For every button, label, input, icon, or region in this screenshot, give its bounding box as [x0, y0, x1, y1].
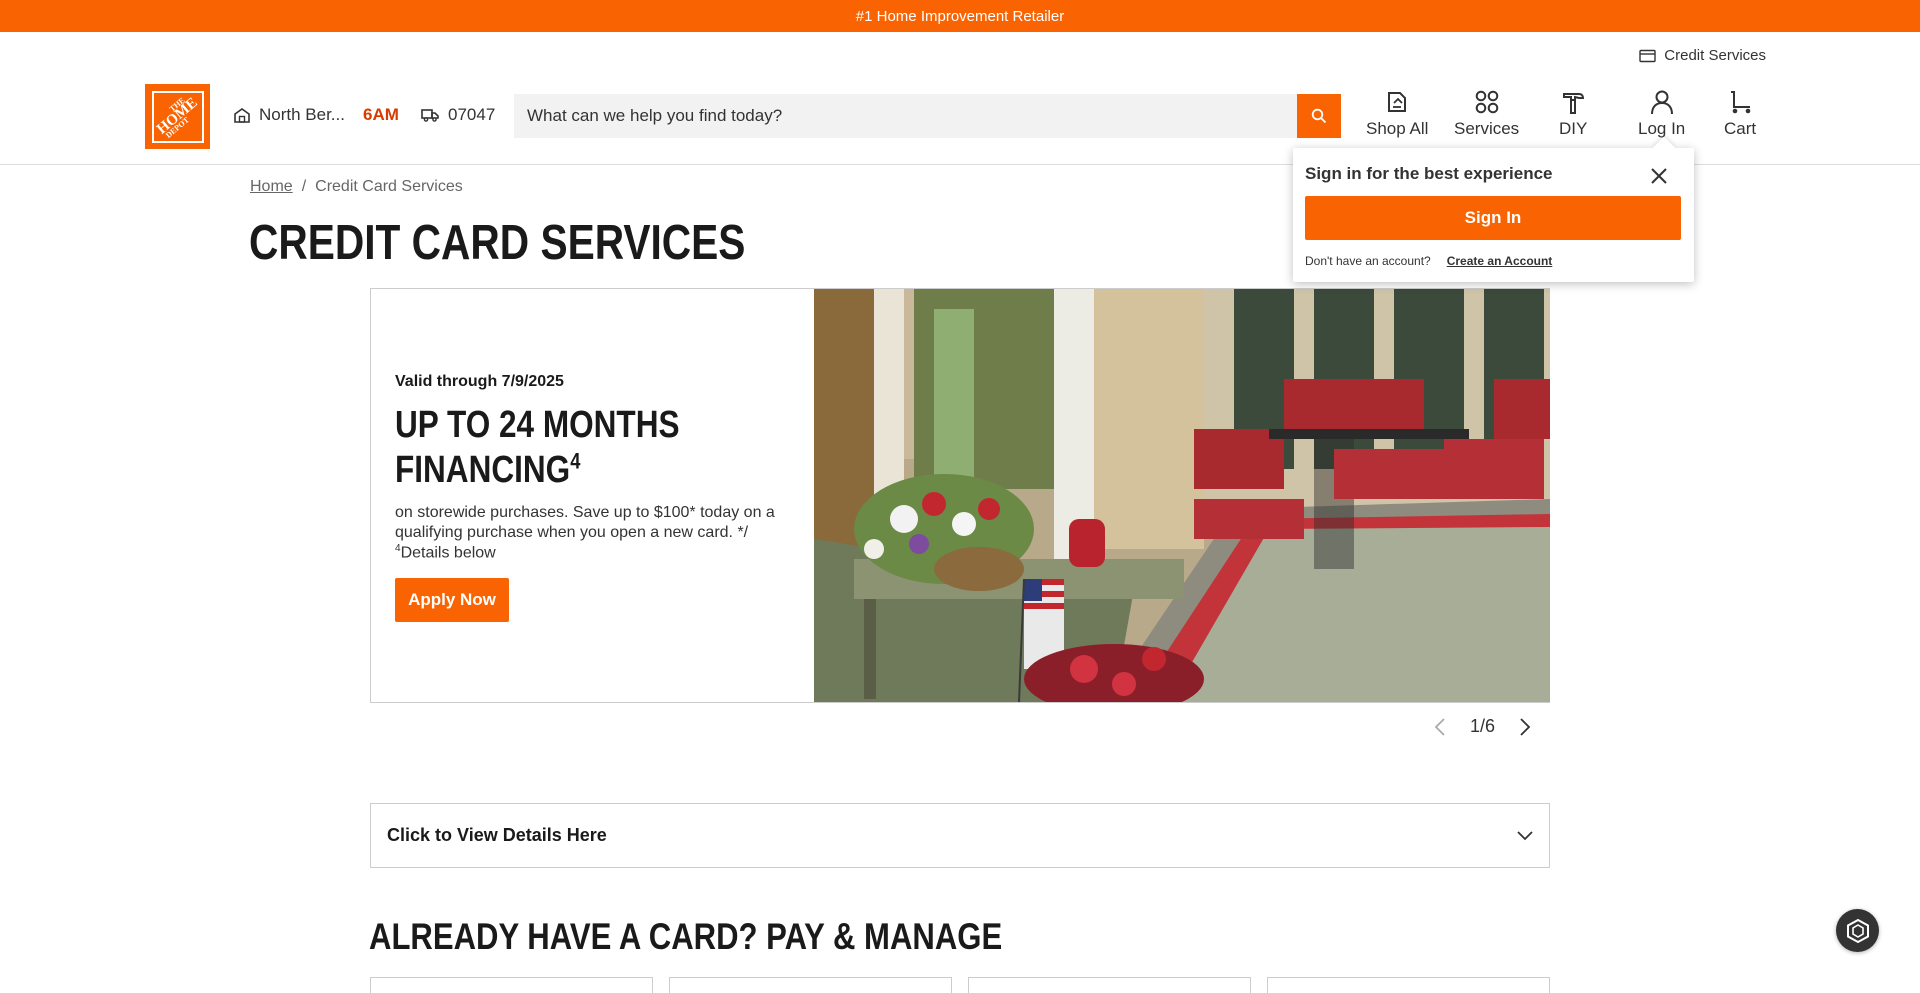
details-accordion[interactable]: Click to View Details Here [370, 803, 1550, 868]
hero-copy-line1: on storewide purchases. Save up to $100*… [395, 503, 775, 541]
nav-services[interactable]: Services [1454, 88, 1519, 139]
breadcrumb-separator: / [301, 178, 307, 195]
hero-text: Valid through 7/9/2025 UP TO 24 MONTHS F… [395, 373, 795, 622]
shop-all-icon [1388, 92, 1407, 112]
nav-label: Log In [1638, 119, 1686, 138]
card-tile[interactable] [1267, 977, 1550, 993]
promo-bar: #1 Home Improvement Retailer [0, 0, 1920, 32]
section-title: ALREADY HAVE A CARD? PAY & MANAGE [369, 916, 1003, 957]
store-hours: 6AM [362, 105, 399, 124]
store-name: North Ber... [259, 105, 345, 124]
popover-title: Sign in for the best experience [1305, 164, 1553, 183]
apply-now-button[interactable]: Apply Now [395, 577, 509, 622]
hero-valid-date: Valid through 7/9/2025 [395, 373, 564, 390]
carousel-next-icon[interactable] [1519, 717, 1531, 737]
carousel-indicator: 1/6 [1470, 716, 1496, 736]
sign-in-button[interactable]: Sign In [1305, 196, 1681, 240]
carousel-prev-icon[interactable] [1434, 717, 1446, 737]
close-icon[interactable] [1650, 167, 1668, 185]
hero-headline: UP TO 24 MONTHS FINANCING4 [395, 403, 793, 493]
credit-services-label: Credit Services [1664, 47, 1766, 64]
nav-label: Services [1454, 119, 1520, 138]
card-tile[interactable] [669, 977, 952, 993]
hero-headline-footnote: 4 [570, 448, 581, 474]
breadcrumb: Home / Credit Card Services [250, 178, 463, 196]
promo-text: #1 Home Improvement Retailer [855, 7, 1065, 25]
nav-label: DIY [1559, 119, 1588, 138]
zip-code: 07047 [448, 105, 496, 124]
truck-icon [421, 109, 439, 122]
nav-cart[interactable]: Cart [1724, 88, 1756, 139]
user-icon [1650, 90, 1673, 115]
card-tile[interactable] [968, 977, 1251, 993]
hero-copy: on storewide purchases. Save up to $100*… [395, 503, 795, 563]
services-icon [1475, 90, 1498, 114]
page-title: CREDIT CARD SERVICES [249, 216, 746, 270]
diy-hammer-icon [1563, 93, 1585, 114]
hero-image-patio [814, 289, 1550, 702]
cart-icon [1731, 91, 1751, 114]
carousel-controls: 1/6 [1434, 716, 1531, 737]
chat-icon [1846, 918, 1869, 943]
search-bar [514, 94, 1341, 138]
credit-card-icon [1639, 49, 1656, 62]
store-icon [234, 107, 250, 123]
nav-log-in[interactable]: Log In [1638, 88, 1685, 139]
credit-services-link[interactable]: Credit Services [1639, 47, 1766, 64]
signin-popover: Sign in for the best experience Sign In … [1293, 148, 1694, 282]
details-accordion-label: Click to View Details Here [387, 825, 607, 845]
home-depot-logo[interactable]: THE HOME DEPOT [145, 84, 210, 149]
nav-label: Cart [1724, 119, 1757, 138]
search-icon [1311, 108, 1327, 124]
nav-diy[interactable]: DIY [1559, 88, 1587, 139]
nav-shop-all[interactable]: Shop All [1366, 88, 1428, 139]
breadcrumb-home-link[interactable]: Home [250, 178, 293, 196]
nav-label: Shop All [1366, 119, 1429, 138]
hero-banner: Valid through 7/9/2025 UP TO 24 MONTHS F… [370, 288, 1550, 703]
search-button[interactable] [1297, 94, 1341, 138]
popover-footer: Don't have an account? Create an Account [1305, 254, 1552, 268]
card-tile[interactable] [370, 977, 653, 993]
delivery-zip[interactable]: 07047 [421, 105, 495, 125]
create-account-link[interactable]: Create an Account [1447, 254, 1553, 268]
search-input[interactable] [514, 94, 1297, 138]
hero-headline-text: UP TO 24 MONTHS FINANCING [395, 404, 680, 491]
store-selector[interactable]: North Ber... 6AM [233, 105, 399, 125]
no-account-text: Don't have an account? [1305, 254, 1431, 268]
chat-assistant-button[interactable] [1836, 909, 1879, 952]
chevron-down-icon [1517, 830, 1533, 840]
hero-copy-line2: Details below [400, 543, 496, 561]
breadcrumb-current: Credit Card Services [315, 178, 463, 195]
